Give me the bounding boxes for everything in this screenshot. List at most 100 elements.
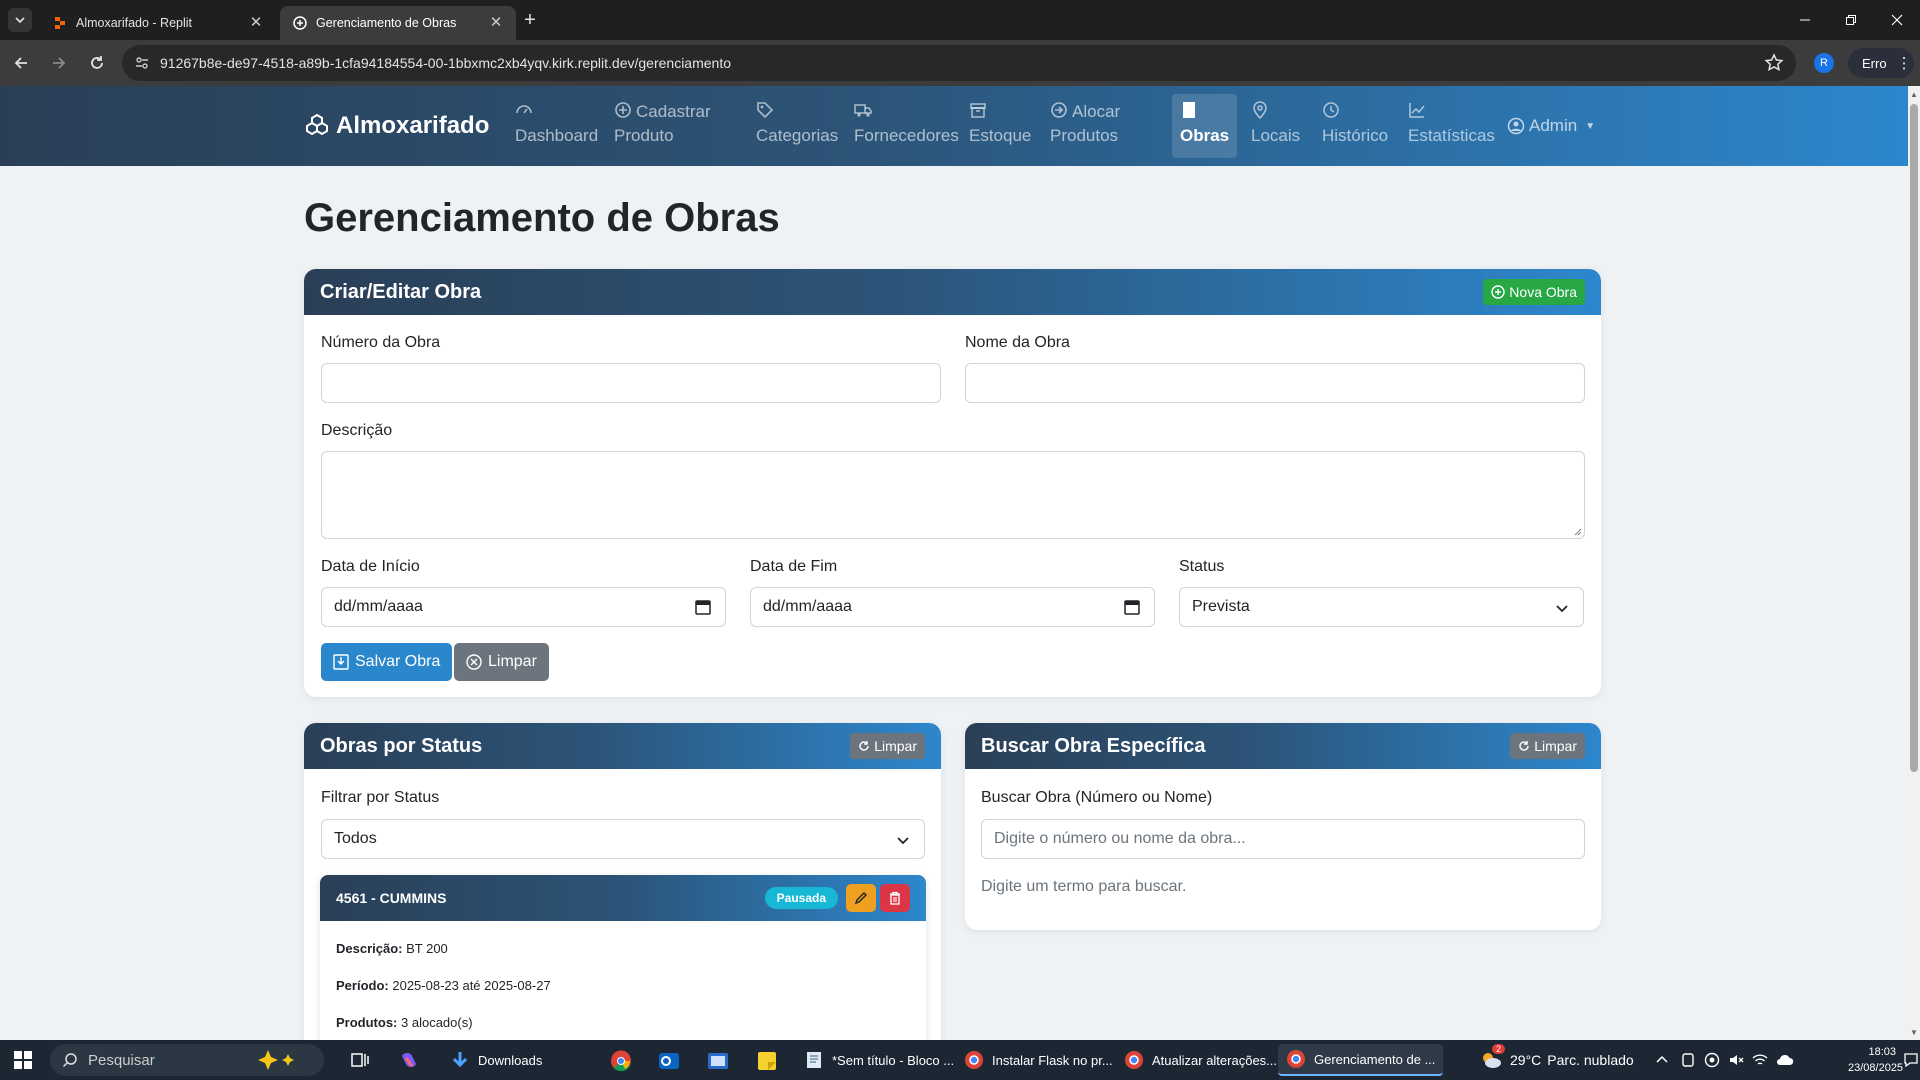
- inicio-date-input[interactable]: dd/mm/aaaa: [321, 587, 726, 627]
- taskbar-search[interactable]: Pesquisar: [50, 1044, 324, 1076]
- wifi-icon[interactable]: [1752, 1052, 1768, 1068]
- clear-search-button[interactable]: Limpar: [1510, 733, 1585, 759]
- tab-search-button[interactable]: [8, 8, 32, 32]
- address-bar[interactable]: 91267b8e-de97-4518-a89b-1cfa94184554-00-…: [122, 45, 1796, 81]
- nav-estatisticas[interactable]: Estatísticas: [1408, 100, 1495, 148]
- windows-start-icon[interactable]: [14, 1051, 32, 1069]
- obra-produtos-value: 3 alocado(s): [401, 1015, 473, 1030]
- obra-card-header: 4561 - CUMMINS Pausada: [320, 875, 926, 921]
- obra-periodo-label: Período:: [336, 978, 389, 993]
- forward-button[interactable]: [42, 46, 76, 80]
- nav-locais[interactable]: Locais: [1251, 100, 1300, 148]
- screen-app-icon[interactable]: [707, 1050, 729, 1072]
- button-label: Limpar: [488, 653, 537, 670]
- taskbar-notepad[interactable]: *Sem título - Bloco ...: [796, 1044, 962, 1076]
- scroll-thumb[interactable]: [1910, 104, 1918, 772]
- clock-icon: [1323, 102, 1339, 118]
- nav-alocar-produtos[interactable]: Alocar Produtos: [1050, 100, 1120, 148]
- outlook-icon[interactable]: [658, 1050, 680, 1072]
- taskbar-clock[interactable]: 18:03 23/08/2025: [1848, 1044, 1903, 1076]
- plus-circle-icon: [1491, 285, 1505, 299]
- inicio-label: Data de Início: [321, 558, 420, 575]
- task-view-icon[interactable]: [350, 1050, 370, 1070]
- back-button[interactable]: [4, 46, 38, 80]
- chrome-icon[interactable]: [610, 1050, 632, 1072]
- browser-tab-active[interactable]: Gerenciamento de Obras ✕: [280, 6, 516, 40]
- close-tab-icon[interactable]: ✕: [248, 15, 264, 31]
- delete-obra-button[interactable]: [880, 884, 910, 912]
- status-select[interactable]: Prevista: [1179, 587, 1584, 627]
- speaker-muted-icon[interactable]: [1728, 1052, 1744, 1068]
- bookmark-star-icon[interactable]: [1764, 53, 1784, 73]
- search-input[interactable]: Digite o número ou nome da obra...: [981, 819, 1585, 859]
- status-badge: Pausada: [764, 887, 838, 909]
- clear-form-button[interactable]: Limpar: [454, 643, 549, 681]
- admin-menu[interactable]: Admin ▼: [1507, 116, 1595, 136]
- browser-toolbar: 91267b8e-de97-4518-a89b-1cfa94184554-00-…: [0, 40, 1920, 86]
- fim-placeholder: dd/mm/aaaa: [763, 598, 852, 615]
- tab-title: Almoxarifado - Replit: [76, 16, 193, 30]
- nav-historico[interactable]: Histórico: [1322, 100, 1388, 148]
- brand[interactable]: Almoxarifado: [304, 112, 489, 140]
- numero-input[interactable]: [321, 363, 941, 403]
- kebab-menu-icon: ⋮: [1896, 55, 1912, 72]
- calendar-icon[interactable]: [695, 599, 711, 615]
- taskbar-chrome-gerenciamento[interactable]: Gerenciamento de ...: [1278, 1044, 1444, 1076]
- fim-date-input[interactable]: dd/mm/aaaa: [750, 587, 1155, 627]
- profile-avatar[interactable]: R: [1814, 53, 1834, 73]
- refresh-icon: [1519, 741, 1529, 751]
- tray-chrome-icon[interactable]: [1704, 1052, 1720, 1068]
- nav-estoque[interactable]: Estoque: [969, 100, 1031, 148]
- resize-grip-icon[interactable]: [1574, 528, 1582, 536]
- arrow-left-icon: [14, 57, 27, 69]
- close-tab-icon[interactable]: ✕: [488, 15, 504, 31]
- nav-categorias[interactable]: Categorias: [756, 100, 838, 148]
- caret-down-icon: ▼: [1585, 120, 1596, 132]
- taskbar-downloads[interactable]: Downloads: [442, 1044, 550, 1076]
- taskbar-label: Instalar Flask no pr...: [992, 1052, 1113, 1068]
- fim-label: Data de Fim: [750, 558, 838, 575]
- button-label: Nova Obra: [1509, 284, 1577, 300]
- new-tab-button[interactable]: +: [520, 10, 540, 30]
- chevron-up-icon[interactable]: [1656, 1054, 1668, 1066]
- nav-obras[interactable]: Obras: [1172, 94, 1238, 158]
- clear-status-button[interactable]: Limpar: [850, 733, 925, 759]
- scroll-down-icon[interactable]: ▼: [1910, 1028, 1918, 1038]
- nome-input[interactable]: [965, 363, 1585, 403]
- taskbar-label: *Sem título - Bloco ...: [832, 1052, 955, 1068]
- obra-descricao: Descrição: BT 200: [336, 941, 448, 956]
- search-icon: [62, 1053, 77, 1068]
- sticky-notes-icon[interactable]: [756, 1050, 778, 1072]
- brand-name: Almoxarifado: [336, 112, 490, 139]
- url-text: 91267b8e-de97-4518-a89b-1cfa94184554-00-…: [160, 55, 732, 71]
- obra-produtos: Produtos: 3 alocado(s): [336, 1015, 473, 1030]
- taskbar-chrome-flask[interactable]: Instalar Flask no pr...: [956, 1044, 1121, 1076]
- nav-cadastrar-produto[interactable]: Cadastrar Produto: [614, 100, 711, 148]
- card-title: Obras por Status: [320, 734, 483, 757]
- descricao-textarea[interactable]: [321, 451, 1585, 539]
- calendar-icon[interactable]: [1124, 599, 1140, 615]
- restore-icon[interactable]: [1828, 0, 1874, 40]
- copilot-icon[interactable]: [398, 1050, 420, 1072]
- card-title: Criar/Editar Obra: [320, 280, 482, 303]
- cloud-icon[interactable]: [1776, 1052, 1794, 1068]
- close-window-icon[interactable]: [1874, 0, 1920, 40]
- reload-button[interactable]: [80, 46, 114, 80]
- new-obra-button[interactable]: Nova Obra: [1483, 279, 1585, 305]
- notification-center-icon[interactable]: [1904, 1052, 1918, 1068]
- nav-label: Fornecedores: [854, 126, 959, 145]
- edit-obra-button[interactable]: [846, 884, 876, 912]
- nav-fornecedores[interactable]: Fornecedores: [854, 100, 959, 148]
- browser-tab[interactable]: Almoxarifado - Replit ✕: [40, 6, 276, 40]
- truck-icon: [854, 104, 872, 117]
- error-menu-button[interactable]: Erro ⋮: [1848, 48, 1914, 78]
- save-obra-button[interactable]: Salvar Obra: [321, 643, 453, 681]
- nav-dashboard[interactable]: Dashboard: [515, 100, 598, 148]
- taskbar-chrome-atualizar[interactable]: Atualizar alterações...: [1116, 1044, 1285, 1076]
- download-box-icon: [333, 654, 349, 670]
- minimize-icon[interactable]: [1782, 0, 1828, 40]
- status-filter-select[interactable]: Todos: [321, 819, 925, 859]
- weather-widget[interactable]: 2 29°C Parc. nublado: [1480, 1044, 1634, 1070]
- scroll-up-icon[interactable]: ▲: [1910, 90, 1918, 100]
- tray-device-icon[interactable]: [1680, 1052, 1696, 1068]
